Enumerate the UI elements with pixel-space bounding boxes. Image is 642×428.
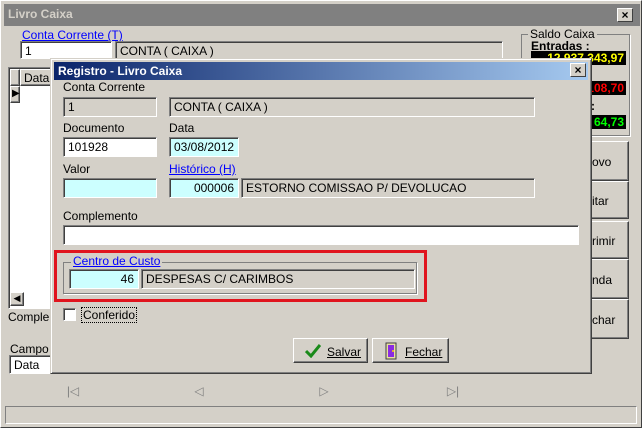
conta-corrente-name-text: CONTA ( CAIXA ) (120, 44, 214, 58)
grid-corner (10, 69, 20, 86)
centro-custo-code-value: 46 (120, 272, 134, 286)
historico-code-input[interactable]: 000006 (169, 178, 239, 198)
nav-prior-button[interactable]: ◁ (189, 384, 209, 398)
complemento-input[interactable] (63, 225, 579, 245)
nav-next-button[interactable]: ▷ (314, 384, 334, 398)
centro-custo-desc-text: DESPESAS C/ CARIMBOS (146, 272, 294, 286)
dialog-titlebar: Registro - Livro Caixa × (54, 62, 588, 80)
historico-desc-text: ESTORNO COMISSAO P/ DEVOLUCAO (246, 181, 467, 195)
dialog-conta-corrente-label: Conta Corrente (63, 80, 146, 94)
status-bar (5, 406, 637, 424)
salvar-label: Salvar (327, 345, 362, 359)
documento-label: Documento (63, 121, 125, 135)
conta-corrente-link[interactable]: Conta Corrente (T) (22, 28, 123, 42)
grid-scroll-left-button[interactable]: ◀ (10, 292, 24, 306)
close-icon: × (621, 8, 629, 22)
conta-corrente-name-field: CONTA ( CAIXA ) (115, 41, 503, 59)
dialog-conta-corrente-name: CONTA ( CAIXA ) (169, 97, 535, 117)
dialog-close-button[interactable]: × (570, 63, 586, 77)
door-exit-icon (385, 342, 397, 360)
check-icon (305, 344, 321, 358)
historico-code-value: 000006 (193, 181, 234, 195)
dialog-conta-corrente-code: 1 (63, 97, 157, 117)
dialog-title: Registro - Livro Caixa (58, 64, 183, 78)
ajuda-button-label: nda (592, 273, 613, 287)
arrow-left-icon: ◀ (13, 293, 21, 303)
main-window-title: Livro Caixa (8, 7, 73, 21)
documento-input-value: 101928 (68, 140, 109, 154)
valor-label: Valor (63, 162, 91, 176)
navigator: |◁ ◁ ▷ ▷| (61, 383, 481, 401)
editar-button-label: itar (592, 194, 609, 208)
valor-input[interactable] (63, 178, 157, 198)
novo-button-label: ovo (592, 155, 612, 169)
historico-link[interactable]: Histórico (H) (169, 162, 236, 176)
centro-custo-link[interactable]: Centro de Custo (71, 254, 163, 268)
imprimir-button-label: rimir (592, 234, 616, 248)
centro-custo-desc-field: DESPESAS C/ CARIMBOS (141, 269, 415, 289)
documento-input[interactable]: 101928 (63, 137, 157, 157)
campo-select-value: Data (14, 358, 40, 372)
nav-last-button[interactable]: ▷| (441, 384, 465, 398)
fechar-button[interactable]: Fechar (372, 338, 449, 363)
main-close-button[interactable]: × (617, 8, 633, 22)
registro-dialog: Registro - Livro Caixa × Conta Corrente … (50, 58, 592, 374)
fechar-main-button-label: char (592, 313, 616, 327)
conta-corrente-code-field[interactable]: 1 (20, 41, 112, 59)
historico-desc-field: ESTORNO COMISSAO P/ DEVOLUCAO (241, 178, 535, 198)
salvar-button[interactable]: Salvar (293, 338, 368, 363)
conta-corrente-code-text: 1 (25, 44, 32, 58)
centro-custo-code-input[interactable]: 46 (69, 269, 139, 289)
data-label: Data (169, 121, 195, 135)
grid-row-indicator: ▶ (10, 86, 20, 103)
conferido-label[interactable]: Conferido (81, 307, 138, 323)
nav-first-button[interactable]: |◁ (63, 384, 83, 398)
dialog-conta-corrente-name-text: CONTA ( CAIXA ) (174, 100, 268, 114)
data-input-value: 03/08/2012 (174, 140, 235, 154)
main-titlebar: Livro Caixa × (4, 4, 640, 26)
saldo-value: 64,73 (593, 115, 624, 129)
conferido-checkbox[interactable] (63, 308, 76, 321)
complemento-label: Complemento (63, 209, 138, 223)
grid-header-data-text: Data (24, 71, 50, 85)
row-pointer-icon: ▶ (12, 88, 20, 99)
data-input[interactable]: 03/08/2012 (169, 137, 239, 157)
close-icon: × (574, 63, 582, 77)
saidas-value: 108,70 (587, 81, 624, 95)
fechar-label: Fechar (405, 345, 443, 359)
dialog-conta-corrente-code-text: 1 (68, 100, 75, 114)
